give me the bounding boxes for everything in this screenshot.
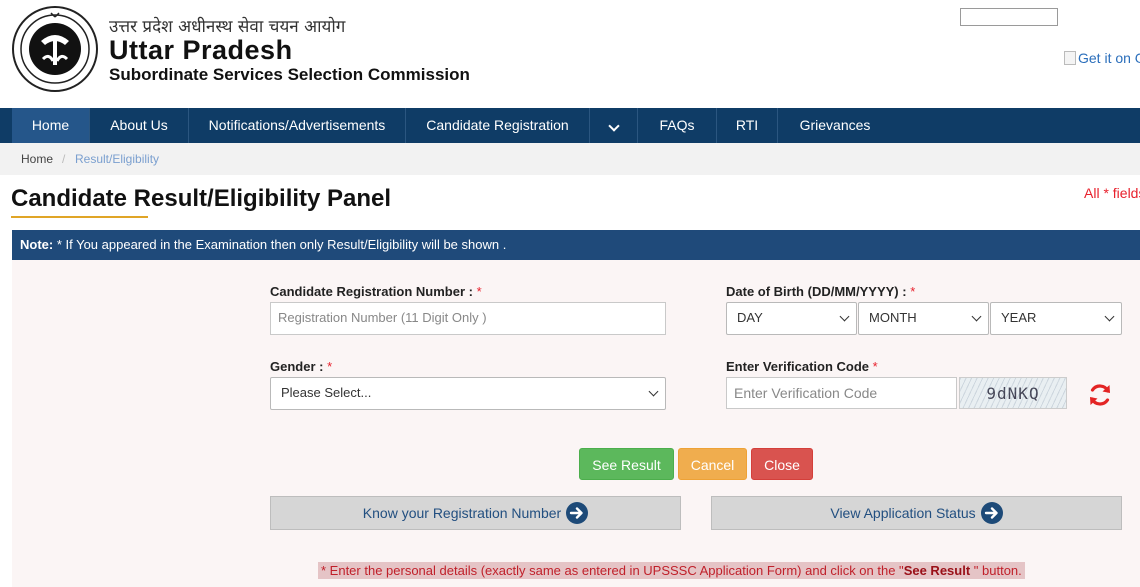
dob-year-select[interactable]: YEAR [990,302,1122,335]
gender-value: Please Select... [281,385,372,400]
instruction-note: * Enter the personal details (exactly sa… [318,562,1025,579]
nav-grievances[interactable]: Grievances [778,108,892,143]
dob-label: Date of Birth (DD/MM/YYYY) : * [726,284,915,299]
breadcrumb-home[interactable]: Home [21,143,53,175]
refresh-captcha-icon[interactable] [1087,382,1113,408]
site-title: Uttar Pradesh [109,35,293,65]
know-registration-number-button[interactable]: Know your Registration Number [270,496,681,530]
required-fields-note: All * fields [1084,185,1140,201]
gender-label-text: Gender : [270,359,324,374]
gender-select[interactable]: Please Select... [270,377,666,410]
nav-rti[interactable]: RTI [717,108,778,143]
arrow-right-circle-icon [566,501,589,524]
required-star: * [476,284,482,299]
view-application-status-label: View Application Status [830,505,976,521]
gender-label: Gender : * [270,359,332,374]
hindi-title: उत्तर प्रदेश अधीनस्थ सेवा चयन आयोग [109,17,346,37]
breadcrumb-separator: / [62,152,66,166]
note-bar: Note: * If You appeared in the Examinati… [12,230,1140,260]
nav-notifications[interactable]: Notifications/Advertisements [189,108,406,143]
instruction-note-end: " button. [970,563,1022,578]
arrow-right-circle-icon [980,501,1003,524]
nav-faqs[interactable]: FAQs [638,108,717,143]
nav-candidate-registration[interactable]: Candidate Registration [406,108,590,143]
instruction-note-bold: See Result [903,563,971,578]
know-registration-number-label: Know your Registration Number [362,505,562,521]
required-star: * [872,359,878,374]
captcha-image: 9dNKQ [959,377,1067,409]
chevron-down-icon [971,311,982,322]
reg-number-label-text: Candidate Registration Number : [270,284,473,299]
required-star: * [910,284,916,299]
title-underline [11,216,148,218]
breadcrumb: Home / Result/Eligibility [0,143,1140,175]
close-button[interactable]: Close [751,448,813,480]
chevron-down-icon [1104,311,1115,322]
verification-code-input[interactable]: Enter Verification Code [726,377,957,409]
dob-day-select[interactable]: DAY [726,302,857,335]
instruction-note-text: * Enter the personal details (exactly sa… [321,563,904,578]
see-result-button[interactable]: See Result [579,448,674,480]
broken-image-icon [1064,51,1076,65]
upsssc-logo-icon [12,6,98,92]
chevron-down-icon [839,311,850,322]
registration-number-input[interactable]: Registration Number (11 Digit Only ) [270,302,666,335]
required-star: * [327,359,333,374]
breadcrumb-current: Result/Eligibility [75,152,160,166]
reg-number-label: Candidate Registration Number : * [270,284,482,299]
view-application-status-button[interactable]: View Application Status [711,496,1122,530]
dob-month-value: MONTH [869,310,917,325]
main-nav: Home About Us Notifications/Advertisemen… [0,108,1140,143]
dob-year-value: YEAR [1001,310,1037,325]
chevron-down-icon [648,386,659,397]
nav-about-us[interactable]: About Us [90,108,189,143]
note-prefix: Note: [20,237,54,252]
site-header: उत्तर प्रदेश अधीनस्थ सेवा चयन आयोग Uttar… [0,0,1140,108]
site-subtitle: Subordinate Services Selection Commissio… [109,65,470,84]
page-title: Candidate Result/Eligibility Panel [11,185,392,212]
nav-dropdown-toggle[interactable] [590,108,638,143]
nav-home[interactable]: Home [12,108,90,143]
dob-day-value: DAY [737,310,763,325]
broken-image-placeholder [960,8,1058,26]
note-text: * If You appeared in the Examination the… [53,237,507,252]
get-it-on-link[interactable]: Get it on G [1064,50,1140,66]
get-it-on-text: Get it on G [1078,50,1140,66]
dob-month-select[interactable]: MONTH [858,302,989,335]
dob-label-text: Date of Birth (DD/MM/YYYY) : [726,284,907,299]
captcha-label-text: Enter Verification Code [726,359,870,374]
captcha-label: Enter Verification Code * [726,359,878,374]
chevron-down-icon [607,120,620,132]
cancel-button[interactable]: Cancel [678,448,747,480]
